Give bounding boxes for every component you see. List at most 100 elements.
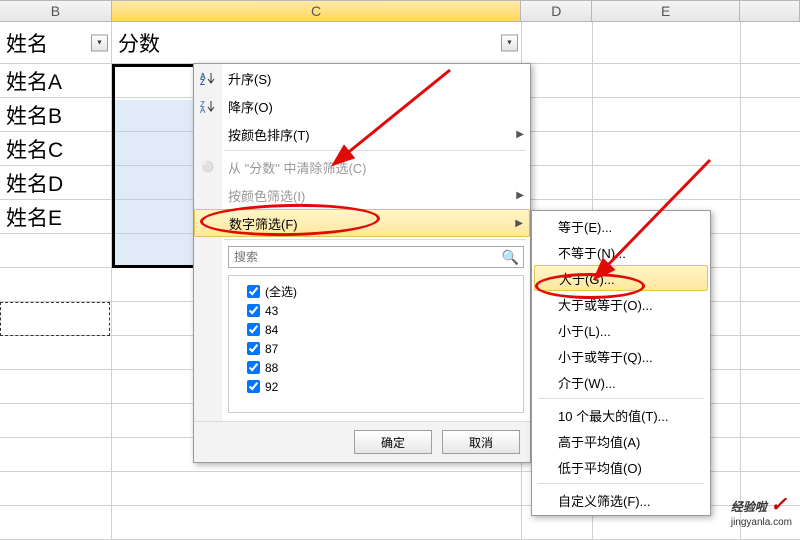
check-item-all[interactable]: (全选) <box>235 282 517 301</box>
cell-text: 姓名D <box>6 168 63 198</box>
cell[interactable] <box>0 506 112 539</box>
header-name-cell[interactable]: 姓名 ▼ <box>0 22 112 63</box>
sub-lte[interactable]: 小于或等于(Q)... <box>534 343 708 369</box>
name-cell[interactable]: 姓名A <box>0 64 112 97</box>
sub-equals[interactable]: 等于(E)... <box>534 213 708 239</box>
sub-between[interactable]: 介于(W)... <box>534 369 708 395</box>
sub-top10[interactable]: 10 个最大的值(T)... <box>534 402 708 428</box>
submenu-arrow-icon: ▶ <box>516 129 524 140</box>
cell[interactable] <box>0 234 112 267</box>
cell[interactable] <box>522 22 593 63</box>
submenu-separator <box>538 398 704 399</box>
menu-label: 按颜色排序(T) <box>228 125 310 144</box>
checkbox[interactable] <box>247 361 260 374</box>
checkbox[interactable] <box>247 380 260 393</box>
cell-text: 姓名E <box>6 202 62 232</box>
checkbox[interactable] <box>247 323 260 336</box>
checkbox[interactable] <box>247 285 260 298</box>
cell[interactable] <box>112 472 522 505</box>
menu-sort-desc[interactable]: ZA 降序(O) <box>194 92 530 120</box>
check-item[interactable]: 87 <box>235 339 517 358</box>
cell[interactable] <box>593 132 741 165</box>
watermark-brand: 经验啦 <box>731 500 767 514</box>
sub-not-equals[interactable]: 不等于(N)... <box>534 239 708 265</box>
name-cell[interactable]: 姓名C <box>0 132 112 165</box>
svg-text:A: A <box>200 106 206 114</box>
name-cell[interactable]: 姓名B <box>0 98 112 131</box>
cancel-button[interactable]: 取消 <box>442 430 520 454</box>
header-name-label: 姓名 <box>6 28 48 58</box>
checkbox[interactable] <box>247 342 260 355</box>
header-score-cell[interactable]: 分数 ▼ <box>112 22 522 63</box>
cell[interactable] <box>0 404 112 437</box>
column-headers: B C D E <box>0 0 800 22</box>
check-label: 43 <box>265 304 278 318</box>
cell[interactable] <box>522 64 593 97</box>
cell[interactable] <box>593 98 741 131</box>
col-header-b[interactable]: B <box>0 0 112 22</box>
cell[interactable] <box>0 370 112 403</box>
funnel-clear-icon: ⚪ <box>199 158 217 176</box>
menu-separator <box>224 150 526 151</box>
col-header-f[interactable] <box>740 0 800 22</box>
menu-number-filter[interactable]: 数字筛选(F) ▶ <box>194 209 530 237</box>
watermark-url: jingyanla.com <box>731 517 792 528</box>
check-icon: ✓ <box>770 494 787 516</box>
filter-button-score[interactable]: ▼ <box>501 34 518 51</box>
check-label: (全选) <box>265 283 297 300</box>
menu-filter-color: 按颜色筛选(I) ▶ <box>194 181 530 209</box>
col-header-c[interactable]: C <box>112 0 521 22</box>
sub-gte[interactable]: 大于或等于(O)... <box>534 291 708 317</box>
check-item[interactable]: 43 <box>235 301 517 320</box>
cell-text: 姓名C <box>6 134 63 164</box>
sub-below-avg[interactable]: 低于平均值(O) <box>534 454 708 480</box>
cell-text: 姓名A <box>6 66 62 96</box>
sub-greater-than[interactable]: 大于(G)... <box>534 265 708 291</box>
check-item[interactable]: 92 <box>235 377 517 396</box>
sub-less-than[interactable]: 小于(L)... <box>534 317 708 343</box>
header-score-label: 分数 <box>118 28 160 58</box>
name-cell[interactable]: 姓名D <box>0 166 112 199</box>
name-cell[interactable]: 姓名E <box>0 200 112 233</box>
cell[interactable] <box>0 438 112 471</box>
menu-label: 从 "分数" 中清除筛选(C) <box>228 158 367 177</box>
submenu-arrow-icon: ▶ <box>515 218 523 229</box>
col-header-e[interactable]: E <box>592 0 740 22</box>
sub-custom[interactable]: 自定义筛选(F)... <box>534 487 708 513</box>
search-icon: 🔍 <box>502 249 519 266</box>
filter-button-name[interactable]: ▼ <box>91 34 108 51</box>
check-label: 88 <box>265 361 278 375</box>
cell[interactable] <box>522 132 593 165</box>
menu-label: 降序(O) <box>228 97 273 116</box>
filter-search-row: 🔍 <box>194 242 530 272</box>
menu-label: 数字筛选(F) <box>229 214 298 233</box>
ok-button[interactable]: 确定 <box>354 430 432 454</box>
cell[interactable] <box>0 472 112 505</box>
cell[interactable] <box>522 166 593 199</box>
col-header-d[interactable]: D <box>521 0 592 22</box>
check-item[interactable]: 84 <box>235 320 517 339</box>
cell[interactable] <box>593 22 741 63</box>
cell[interactable] <box>112 506 522 539</box>
cell[interactable] <box>0 336 112 369</box>
filter-checklist[interactable]: (全选) 43 84 87 88 92 <box>228 275 524 413</box>
filter-button-row: 确定 取消 <box>194 421 530 462</box>
submenu-arrow-icon: ▶ <box>516 190 524 201</box>
filter-search-input[interactable] <box>228 246 524 268</box>
cell[interactable] <box>593 166 741 199</box>
check-label: 84 <box>265 323 278 337</box>
menu-sort-color[interactable]: 按颜色排序(T) ▶ <box>194 120 530 148</box>
checkbox[interactable] <box>247 304 260 317</box>
menu-sort-asc[interactable]: AZ 升序(S) <box>194 64 530 92</box>
watermark: 经验啦 ✓ jingyanla.com <box>731 492 792 528</box>
cell[interactable] <box>0 268 112 301</box>
check-item[interactable]: 88 <box>235 358 517 377</box>
cell[interactable] <box>522 98 593 131</box>
table-header-row: 姓名 ▼ 分数 ▼ <box>0 22 800 64</box>
check-label: 87 <box>265 342 278 356</box>
sort-asc-icon: AZ <box>199 69 217 87</box>
filter-dropdown-menu: AZ 升序(S) ZA 降序(O) 按颜色排序(T) ▶ ⚪ 从 "分数" 中清… <box>193 63 531 463</box>
cell[interactable] <box>593 64 741 97</box>
cell-text: 姓名B <box>6 100 62 130</box>
sub-above-avg[interactable]: 高于平均值(A) <box>534 428 708 454</box>
